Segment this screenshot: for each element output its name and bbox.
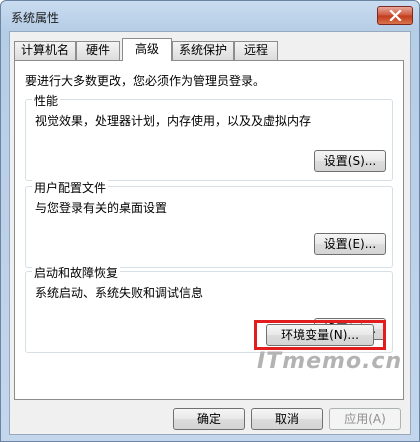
user-profiles-group: 用户配置文件 与您登录有关的桌面设置 设置(E)... [25, 179, 393, 268]
user-profiles-settings-button[interactable]: 设置(E)... [314, 233, 386, 255]
performance-group-title: 性能 [32, 92, 61, 109]
tab-remote[interactable]: 远程 [234, 41, 278, 60]
admin-note: 要进行大多数更改，您必须作为管理员登录。 [25, 74, 266, 88]
title-bar[interactable]: 系统属性 [1, 1, 419, 31]
performance-group: 性能 视觉效果，处理器计划，内存使用，以及及虚拟内存 设置(S)... [25, 92, 393, 181]
close-button[interactable] [377, 6, 413, 25]
system-properties-window: 系统属性 计算机名 硬件 高级 系统保护 远程 要进行大多数更改，您必须作为管理… [0, 0, 420, 442]
ok-button[interactable]: 确定 [173, 408, 245, 430]
watermark-logo: ITmemo.cn [257, 349, 403, 374]
close-icon [389, 10, 402, 21]
user-profiles-group-title: 用户配置文件 [32, 179, 109, 196]
window-title: 系统属性 [11, 11, 60, 25]
startup-recovery-description: 系统启动、系统失败和调试信息 [35, 286, 204, 300]
tab-computer-name[interactable]: 计算机名 [14, 41, 76, 60]
cancel-button[interactable]: 取消 [251, 408, 323, 430]
performance-settings-button[interactable]: 设置(S)... [314, 150, 386, 172]
startup-recovery-group-title: 启动和故障恢复 [32, 264, 121, 281]
apply-button[interactable]: 应用(A) [329, 408, 401, 430]
performance-description: 视觉效果，处理器计划，内存使用，以及及虚拟内存 [35, 114, 312, 128]
dialog-client-area: 计算机名 硬件 高级 系统保护 远程 要进行大多数更改，您必须作为管理员登录。 … [9, 31, 411, 435]
tab-system-protection[interactable]: 系统保护 [172, 41, 234, 60]
user-profiles-description: 与您登录有关的桌面设置 [35, 201, 168, 215]
tab-hardware[interactable]: 硬件 [76, 41, 120, 60]
tab-advanced[interactable]: 高级 [122, 38, 172, 61]
environment-variables-button[interactable]: 环境变量(N)... [266, 324, 374, 346]
